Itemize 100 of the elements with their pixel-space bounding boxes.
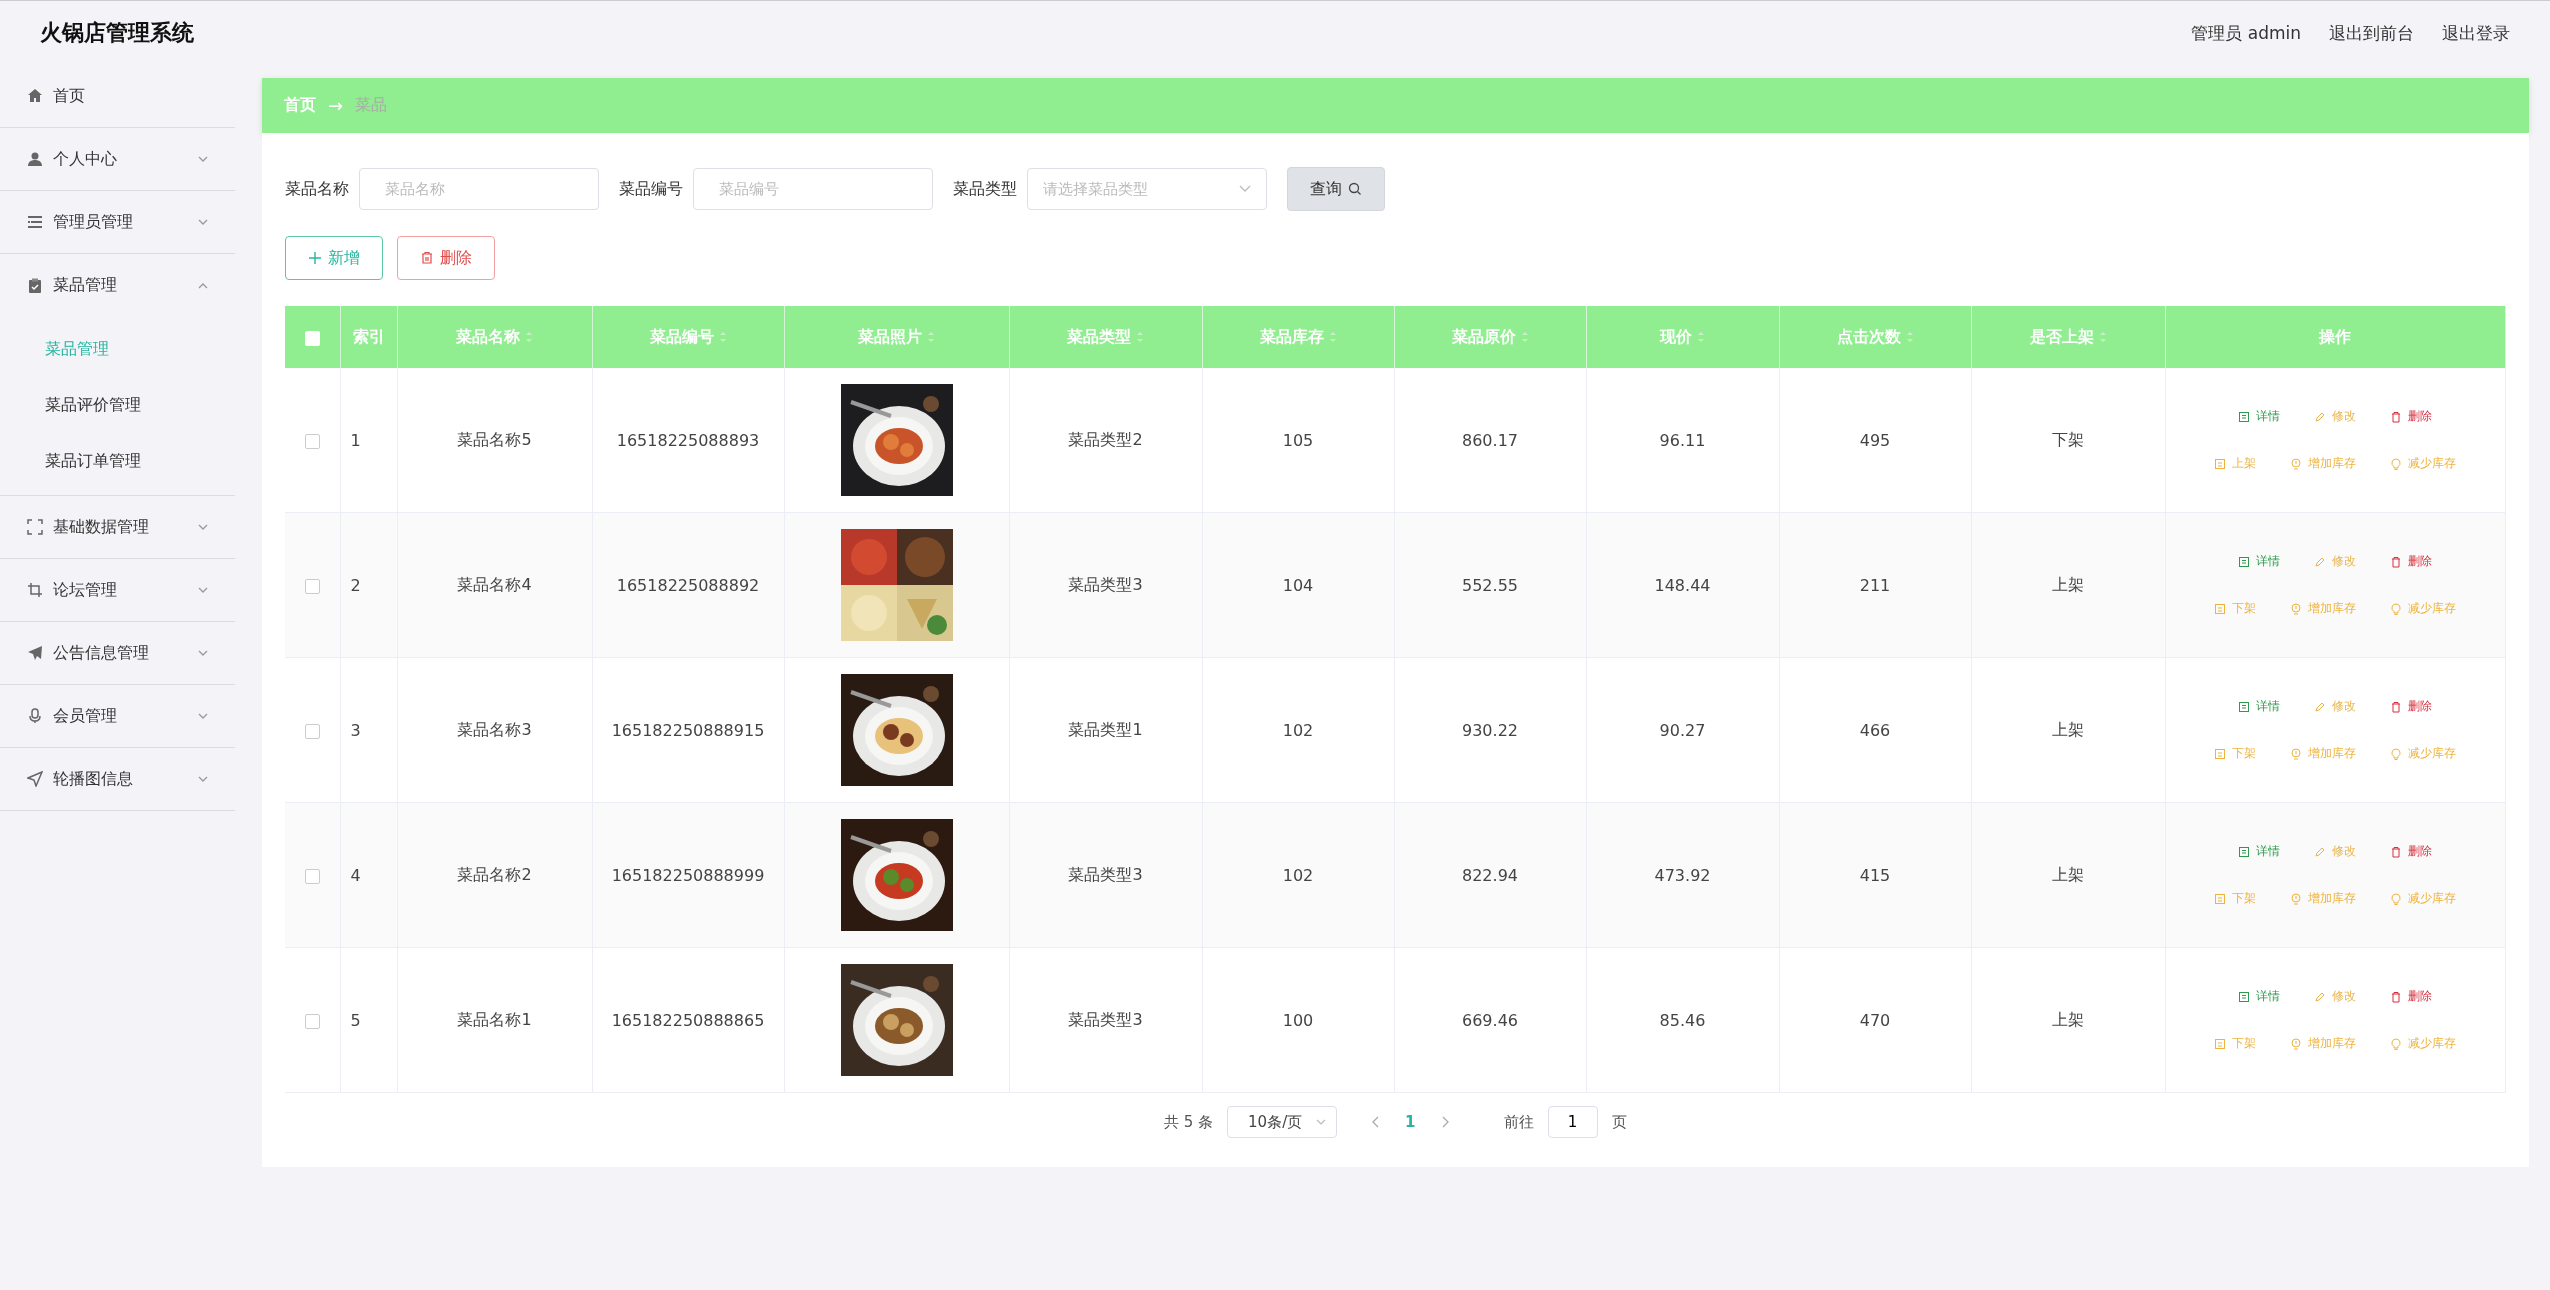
action-link[interactable]: 修改 [2302, 549, 2368, 574]
select-field[interactable]: 请选择菜品类型 [1027, 168, 1267, 210]
table-cell: 100 [1202, 947, 1394, 1093]
submenu-item[interactable]: 菜品评价管理 [45, 394, 141, 416]
trash-icon [2390, 555, 2402, 568]
sidebar-item[interactable]: 菜品管理 [53, 275, 197, 296]
action-link[interactable]: 下架 [2202, 1031, 2268, 1056]
sidebar-item[interactable]: 个人中心 [53, 148, 197, 170]
query-button[interactable]: 查询 [1287, 167, 1385, 211]
table-cell: 5 [340, 947, 397, 1093]
header-link[interactable]: 退出到前台 [2329, 21, 2414, 45]
table-cell: 105 [1202, 368, 1394, 513]
document-icon [2238, 990, 2250, 1003]
column-header: 点击次数 [1836, 326, 1901, 348]
sort-icon [718, 331, 727, 343]
table-cell: 1 [340, 368, 397, 513]
table-cell: 菜品名称5 [397, 368, 592, 513]
action-link[interactable]: 下架 [2202, 741, 2268, 766]
microphone-icon [27, 708, 43, 724]
action-link[interactable]: 删除 [2378, 549, 2444, 574]
table-cell: 104 [1202, 512, 1394, 658]
bulb-icon [2390, 457, 2402, 470]
action-link[interactable]: 删除 [2378, 839, 2444, 864]
input-field[interactable]: 菜品编号 [693, 168, 933, 210]
action-link[interactable]: 删除 [2378, 984, 2444, 1009]
table-cell: 下架 [1971, 368, 2165, 513]
action-link[interactable]: 删除 [2378, 694, 2444, 719]
submenu-item[interactable]: 菜品订单管理 [45, 450, 141, 472]
action-link[interactable]: 修改 [2302, 839, 2368, 864]
document-icon [2238, 845, 2250, 858]
sort-icon [1328, 331, 1337, 343]
action-link[interactable]: 修改 [2302, 984, 2368, 1009]
column-header: 菜品编号 [649, 326, 714, 348]
document-icon [2238, 555, 2250, 568]
action-link[interactable]: 详情 [2226, 839, 2292, 864]
action-link[interactable]: 增加库存 [2278, 1031, 2368, 1056]
checkbox[interactable] [304, 330, 320, 346]
input-field[interactable]: 菜品名称 [359, 168, 599, 210]
page-number[interactable]: 1 [1395, 1113, 1426, 1131]
header-link[interactable]: 退出登录 [2442, 21, 2510, 45]
table-cell: 菜品名称4 [397, 512, 592, 658]
action-link[interactable]: 修改 [2302, 404, 2368, 429]
bulb-icon [2290, 602, 2302, 615]
table-cell: 菜品名称2 [397, 802, 592, 948]
checkbox[interactable] [304, 578, 320, 594]
table-cell: 菜品类型3 [1009, 802, 1202, 948]
person-icon [27, 151, 43, 167]
sidebar-item[interactable]: 公告信息管理 [53, 642, 197, 664]
sidebar-item[interactable]: 论坛管理 [53, 579, 197, 601]
sidebar-item[interactable]: 管理员管理 [53, 211, 197, 233]
table-cell: 3 [340, 657, 397, 803]
table-cell: 4 [340, 802, 397, 948]
column-header: 菜品名称 [456, 326, 520, 348]
table-cell: 165182250888865 [592, 947, 784, 1093]
action-link[interactable]: 增加库存 [2278, 451, 2368, 476]
sidebar-item[interactable]: 首页 [53, 85, 235, 107]
table-cell: 470 [1779, 947, 1971, 1093]
table-cell: 2 [340, 512, 397, 658]
sidebar-item[interactable]: 轮播图信息 [53, 768, 197, 790]
sort-icon [2098, 331, 2107, 343]
action-link[interactable]: 减少库存 [2378, 886, 2468, 911]
table-cell: 上架 [1971, 657, 2165, 803]
action-link[interactable]: 增加库存 [2278, 596, 2368, 621]
sidebar-item[interactable]: 会员管理 [53, 705, 197, 727]
clipboard-icon [27, 277, 43, 294]
action-link[interactable]: 减少库存 [2378, 451, 2468, 476]
checkbox[interactable] [304, 1013, 320, 1029]
action-link[interactable]: 修改 [2302, 694, 2368, 719]
page-suffix: 页 [1611, 1112, 1627, 1132]
table-cell: 165182250888999 [592, 802, 784, 948]
table-cell: 165182250888915 [592, 657, 784, 803]
delete-button[interactable]: 删除 [397, 236, 495, 280]
checkbox[interactable] [304, 433, 320, 449]
table-cell: 16518225088893 [592, 368, 784, 513]
action-link[interactable]: 详情 [2226, 984, 2292, 1009]
action-link[interactable]: 减少库存 [2378, 741, 2468, 766]
action-link[interactable]: 增加库存 [2278, 886, 2368, 911]
action-link[interactable]: 下架 [2202, 886, 2268, 911]
checkbox[interactable] [304, 723, 320, 739]
action-link[interactable]: 详情 [2226, 404, 2292, 429]
table-cell: 16518225088892 [592, 512, 784, 658]
checkbox[interactable] [304, 868, 320, 884]
sort-icon [525, 331, 533, 343]
document-icon [2214, 602, 2226, 615]
action-link[interactable]: 下架 [2202, 596, 2268, 621]
sidebar-item[interactable]: 基础数据管理 [53, 516, 197, 538]
add-button[interactable]: 新增 [285, 236, 383, 280]
page-input[interactable]: 1 [1547, 1106, 1598, 1138]
action-link[interactable]: 减少库存 [2378, 596, 2468, 621]
action-link[interactable]: 上架 [2202, 451, 2268, 476]
action-link[interactable]: 详情 [2226, 694, 2292, 719]
action-link[interactable]: 增加库存 [2278, 741, 2368, 766]
action-link[interactable]: 详情 [2226, 549, 2292, 574]
page-size-select[interactable]: 10条/页 [1227, 1106, 1338, 1138]
action-link[interactable]: 删除 [2378, 404, 2444, 429]
submenu-item[interactable]: 菜品管理 [45, 338, 109, 360]
action-link[interactable]: 减少库存 [2378, 1031, 2468, 1056]
field-label: 菜品类型 [953, 178, 1017, 200]
bulb-icon [2390, 892, 2402, 905]
bulb-icon [2390, 1037, 2402, 1050]
